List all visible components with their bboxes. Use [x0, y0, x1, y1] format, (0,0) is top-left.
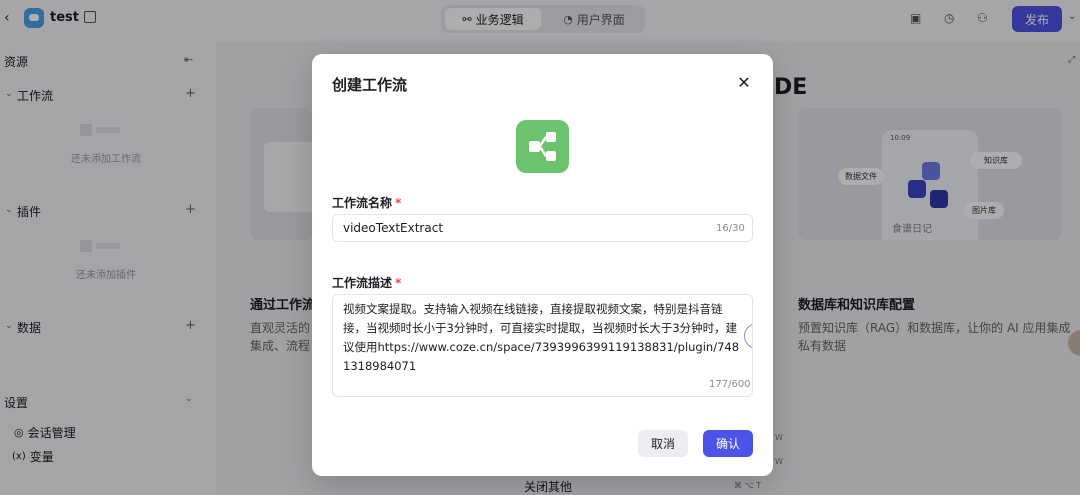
confirm-button[interactable]: 确认 — [703, 430, 753, 457]
dialog-title: 创建工作流 — [332, 76, 408, 94]
desc-char-counter: 177/600 — [705, 379, 751, 390]
workflow-name-input[interactable]: videoTextExtract 16/30 — [332, 214, 753, 242]
workflow-name-value: videoTextExtract — [343, 221, 444, 235]
name-char-counter: 16/30 — [716, 223, 745, 234]
workflow-avatar[interactable] — [516, 120, 569, 173]
workflow-desc-value: 视频文案提取。支持输入视频在线链接，直接提取视频文案，特别是抖音链接，当视频时长… — [343, 302, 740, 373]
workflow-desc-label: 工作流描述 * — [332, 276, 402, 290]
workflow-desc-textarea[interactable]: 视频文案提取。支持输入视频在线链接，直接提取视频文案，特别是抖音链接，当视频时长… — [332, 294, 753, 397]
workflow-name-label: 工作流名称 * — [332, 196, 402, 210]
workflow-node-icon — [529, 132, 556, 161]
cancel-button[interactable]: 取消 — [638, 430, 688, 457]
ai-generate-icon[interactable]: ✎ — [744, 323, 752, 349]
close-icon[interactable]: ✕ — [734, 72, 754, 92]
create-workflow-dialog: 创建工作流 ✕ 工作流名称 * videoTextExtract 16/30 工作… — [312, 54, 773, 476]
